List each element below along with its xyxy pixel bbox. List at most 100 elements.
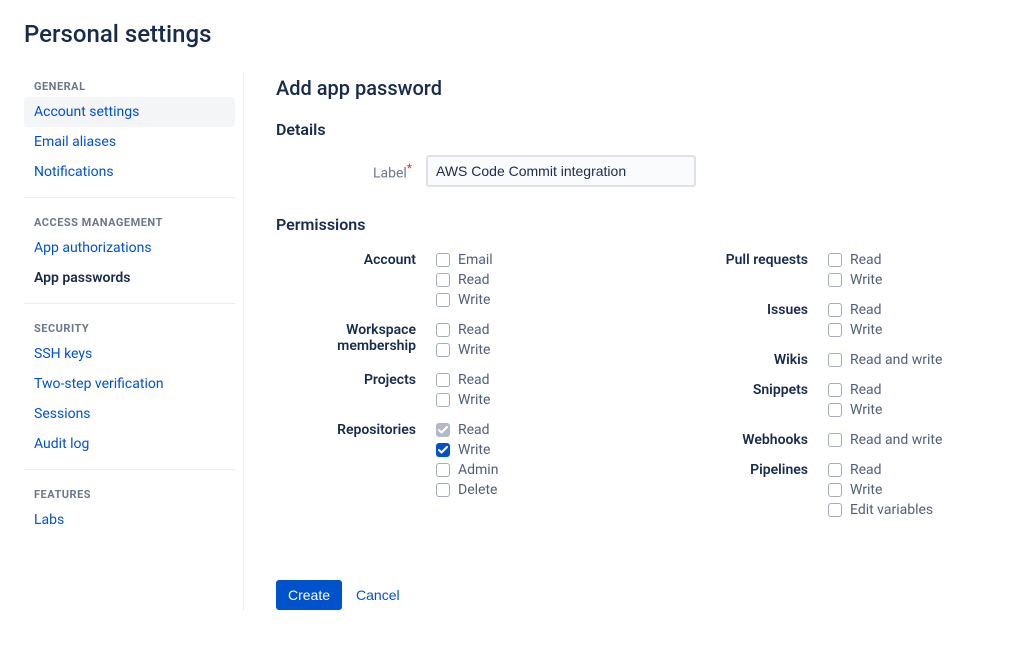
permission-option[interactable]: Write bbox=[436, 290, 608, 310]
checkbox[interactable] bbox=[828, 303, 842, 317]
permission-option-label: Read bbox=[850, 252, 882, 268]
cancel-button[interactable]: Cancel bbox=[356, 587, 400, 603]
checkbox[interactable] bbox=[828, 433, 842, 447]
checkbox[interactable] bbox=[828, 273, 842, 287]
permission-option[interactable]: Write bbox=[828, 270, 1000, 290]
checkbox[interactable] bbox=[436, 443, 450, 457]
permission-option-label: Read bbox=[458, 372, 490, 388]
permission-option[interactable]: Write bbox=[828, 480, 1000, 500]
permission-option[interactable]: Read and write bbox=[828, 350, 1000, 370]
checkbox[interactable] bbox=[436, 273, 450, 287]
sidebar-item[interactable]: Account settings bbox=[24, 97, 235, 127]
permission-option[interactable]: Write bbox=[436, 340, 608, 360]
sidebar-section-header: ACCESS MANAGEMENT bbox=[24, 208, 235, 233]
permission-option[interactable]: Email bbox=[436, 250, 608, 270]
sidebar: GENERALAccount settingsEmail aliasesNoti… bbox=[24, 72, 244, 610]
sidebar-section-header: SECURITY bbox=[24, 314, 235, 339]
permission-option-label: Read bbox=[458, 422, 490, 438]
permission-group-label: Snippets bbox=[668, 380, 828, 420]
permission-option-label: Edit variables bbox=[850, 502, 933, 518]
permission-option[interactable]: Read bbox=[436, 270, 608, 290]
main-content: Add app password Details Label* Permissi… bbox=[276, 72, 1000, 610]
permission-option[interactable]: Write bbox=[436, 390, 608, 410]
permission-option-label: Read bbox=[850, 302, 882, 318]
permission-option[interactable]: Read bbox=[828, 380, 1000, 400]
sidebar-item[interactable]: App passwords bbox=[24, 263, 235, 293]
permission-option[interactable]: Read bbox=[436, 420, 608, 440]
permissions-heading: Permissions bbox=[276, 215, 1000, 234]
main-title: Add app password bbox=[276, 76, 1000, 100]
checkbox[interactable] bbox=[436, 293, 450, 307]
permission-group-label: Projects bbox=[276, 370, 436, 410]
permission-group-label: Issues bbox=[668, 300, 828, 340]
permission-group-label: Pipelines bbox=[668, 460, 828, 520]
permission-group-label: Wikis bbox=[668, 350, 828, 370]
permission-option-label: Write bbox=[850, 482, 882, 498]
checkbox[interactable] bbox=[436, 373, 450, 387]
permission-option-label: Write bbox=[458, 442, 490, 458]
permission-option-label: Read and write bbox=[850, 352, 942, 368]
checkbox[interactable] bbox=[828, 463, 842, 477]
checkbox[interactable] bbox=[436, 393, 450, 407]
checkbox[interactable] bbox=[436, 343, 450, 357]
permission-option-label: Email bbox=[458, 252, 493, 268]
sidebar-item[interactable]: Email aliases bbox=[24, 127, 235, 157]
label-input[interactable] bbox=[426, 155, 696, 187]
permission-option[interactable]: Delete bbox=[436, 480, 608, 500]
checkbox[interactable] bbox=[828, 503, 842, 517]
permission-group-label: Repositories bbox=[276, 420, 436, 500]
permission-option-label: Admin bbox=[458, 462, 498, 478]
permission-option-label: Delete bbox=[458, 482, 497, 498]
permission-option-label: Read bbox=[850, 462, 882, 478]
create-button[interactable]: Create bbox=[276, 580, 342, 610]
permission-option[interactable]: Read bbox=[828, 300, 1000, 320]
sidebar-item[interactable]: Audit log bbox=[24, 429, 235, 459]
permission-option[interactable]: Write bbox=[436, 440, 608, 460]
permission-option[interactable]: Read bbox=[828, 460, 1000, 480]
permission-option-label: Write bbox=[458, 342, 490, 358]
permission-group-label: Account bbox=[276, 250, 436, 310]
permission-group-label: Webhooks bbox=[668, 430, 828, 450]
sidebar-item[interactable]: Two-step verification bbox=[24, 369, 235, 399]
permission-option[interactable]: Read bbox=[436, 370, 608, 390]
sidebar-item[interactable]: SSH keys bbox=[24, 339, 235, 369]
permission-option[interactable]: Edit variables bbox=[828, 500, 1000, 520]
checkbox bbox=[436, 423, 450, 437]
sidebar-section-header: GENERAL bbox=[24, 72, 235, 97]
sidebar-item[interactable]: Sessions bbox=[24, 399, 235, 429]
checkbox[interactable] bbox=[828, 383, 842, 397]
checkbox[interactable] bbox=[436, 253, 450, 267]
sidebar-item[interactable]: Notifications bbox=[24, 157, 235, 187]
permission-option-label: Write bbox=[850, 402, 882, 418]
checkbox[interactable] bbox=[828, 253, 842, 267]
permission-option[interactable]: Write bbox=[828, 320, 1000, 340]
sidebar-item[interactable]: Labs bbox=[24, 505, 235, 535]
permission-option[interactable]: Read bbox=[828, 250, 1000, 270]
sidebar-item[interactable]: App authorizations bbox=[24, 233, 235, 263]
permission-option[interactable]: Read and write bbox=[828, 430, 1000, 450]
page-title: Personal settings bbox=[24, 20, 1000, 48]
permission-option-label: Read bbox=[850, 382, 882, 398]
permission-option-label: Write bbox=[850, 322, 882, 338]
checkbox[interactable] bbox=[828, 483, 842, 497]
permission-option-label: Write bbox=[458, 292, 490, 308]
permission-option-label: Write bbox=[850, 272, 882, 288]
checkbox[interactable] bbox=[436, 463, 450, 477]
permission-option[interactable]: Admin bbox=[436, 460, 608, 480]
details-heading: Details bbox=[276, 120, 1000, 139]
checkbox[interactable] bbox=[436, 483, 450, 497]
sidebar-section-header: FEATURES bbox=[24, 480, 235, 505]
permission-option[interactable]: Write bbox=[828, 400, 1000, 420]
checkbox[interactable] bbox=[828, 323, 842, 337]
permission-option-label: Read and write bbox=[850, 432, 942, 448]
label-field-label: Label* bbox=[276, 161, 426, 182]
checkbox[interactable] bbox=[436, 323, 450, 337]
permission-option-label: Write bbox=[458, 392, 490, 408]
checkbox[interactable] bbox=[828, 403, 842, 417]
permission-option-label: Read bbox=[458, 322, 490, 338]
permission-option-label: Read bbox=[458, 272, 490, 288]
permission-option[interactable]: Read bbox=[436, 320, 608, 340]
permission-group-label: Workspace membership bbox=[276, 320, 436, 360]
permission-group-label: Pull requests bbox=[668, 250, 828, 290]
checkbox[interactable] bbox=[828, 353, 842, 367]
